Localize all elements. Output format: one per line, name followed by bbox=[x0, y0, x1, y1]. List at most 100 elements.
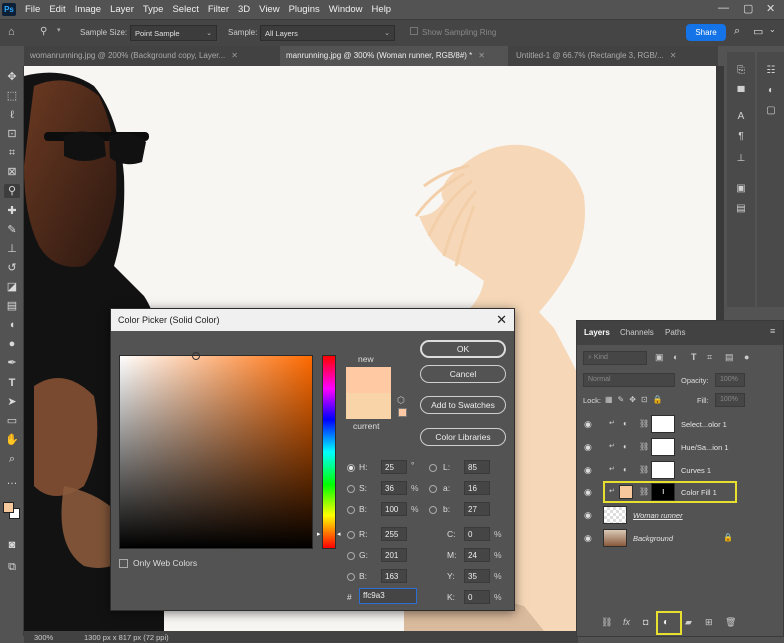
rectangle-tool-icon[interactable]: ▭ bbox=[4, 414, 20, 428]
tab-paths[interactable]: Paths bbox=[665, 328, 685, 337]
lightness-input[interactable]: 85 bbox=[464, 460, 490, 474]
stamp-icon[interactable]: ⊥ bbox=[734, 152, 748, 166]
tab-womanrunning[interactable]: womanrunning.jpg @ 200% (Background copy… bbox=[24, 46, 278, 66]
fill-field[interactable]: 100% bbox=[715, 393, 745, 407]
layer-row[interactable]: ◉ ↵ ◐ ⛓ Hue/Sa...ion 1 bbox=[577, 436, 783, 458]
color-marker[interactable] bbox=[192, 352, 200, 360]
opacity-field[interactable]: 100% bbox=[715, 373, 745, 387]
blend-mode-select[interactable]: Normal bbox=[583, 373, 675, 387]
history-brush-icon[interactable]: ↺ bbox=[4, 261, 20, 275]
sample-select[interactable]: All Layers ⌄ bbox=[260, 25, 395, 41]
cancel-button[interactable]: Cancel bbox=[420, 365, 506, 383]
workspace-icon[interactable]: ▭ bbox=[753, 25, 763, 38]
menu-help[interactable]: Help bbox=[372, 4, 392, 15]
menu-plugins[interactable]: Plugins bbox=[289, 4, 320, 15]
brightness-input[interactable]: 100 bbox=[381, 502, 407, 516]
link-layers-icon[interactable]: ⛓ bbox=[601, 617, 612, 628]
blue-input[interactable]: 163 bbox=[381, 569, 407, 583]
type-tool-icon[interactable]: T bbox=[4, 376, 20, 390]
menu-window[interactable]: Window bbox=[329, 4, 363, 15]
workspace-chevron-icon[interactable]: ⌄ bbox=[769, 25, 776, 34]
fx-icon[interactable]: fx bbox=[623, 617, 630, 627]
close-icon[interactable]: ✕ bbox=[670, 51, 677, 60]
lasso-tool-icon[interactable]: ℓ bbox=[4, 108, 20, 122]
filter-toggle-icon[interactable]: ● bbox=[744, 352, 749, 362]
cyan-input[interactable]: 0 bbox=[464, 527, 490, 541]
hex-input[interactable]: ffc9a3 bbox=[359, 588, 417, 604]
filter-type-icon[interactable]: T bbox=[691, 352, 697, 362]
menu-image[interactable]: Image bbox=[75, 4, 101, 15]
tab-untitled[interactable]: Untitled-1 @ 66.7% (Rectangle 3, RGB/...… bbox=[510, 46, 718, 66]
only-web-colors-checkbox[interactable] bbox=[119, 559, 128, 568]
close-icon[interactable]: ✕ bbox=[478, 51, 485, 60]
hue-slider-left-arrow-icon[interactable]: ▸ bbox=[317, 530, 321, 538]
menu-layer[interactable]: Layer bbox=[110, 4, 134, 15]
filter-adjustment-icon[interactable]: ◐ bbox=[673, 352, 678, 362]
search-icon[interactable]: ⌕ bbox=[734, 25, 740, 38]
show-ring-checkbox[interactable] bbox=[410, 27, 418, 35]
hue-radio[interactable] bbox=[347, 464, 355, 472]
foreground-color-swatch[interactable] bbox=[3, 502, 14, 513]
hand-tool-icon[interactable]: ✋ bbox=[4, 433, 20, 447]
close-window-icon[interactable]: ✕ bbox=[766, 2, 775, 15]
healing-brush-icon[interactable]: ✚ bbox=[4, 204, 20, 218]
layer-mask-thumb[interactable] bbox=[651, 438, 675, 456]
eye-icon[interactable]: ◉ bbox=[584, 442, 592, 453]
maximize-icon[interactable]: ▢ bbox=[743, 2, 753, 15]
magenta-input[interactable]: 24 bbox=[464, 548, 490, 562]
screen-mode-icon[interactable]: ⧉ bbox=[4, 560, 20, 574]
saturation-input[interactable]: 36 bbox=[381, 481, 407, 495]
panel-menu-icon[interactable]: ≡ bbox=[770, 326, 775, 336]
lock-icons[interactable]: ▦✎✥⊡🔒 bbox=[605, 395, 668, 404]
trash-icon[interactable]: 🗑 bbox=[725, 617, 736, 628]
layer-row-color-fill[interactable]: ◉ ↵ ⛓ ı Color Fill 1 bbox=[577, 481, 783, 503]
close-icon[interactable]: ✕ bbox=[231, 51, 238, 60]
menu-edit[interactable]: Edit bbox=[49, 4, 65, 15]
b-lab-radio[interactable] bbox=[429, 506, 437, 514]
libraries-icon[interactable]: ▣ bbox=[734, 182, 748, 196]
blue-radio[interactable] bbox=[347, 573, 355, 581]
move-tool-icon[interactable]: ✥ bbox=[4, 70, 20, 84]
filter-smart-icon[interactable]: ▤ bbox=[725, 352, 734, 363]
a-input[interactable]: 16 bbox=[464, 481, 490, 495]
frame-tool-icon[interactable]: ⊠ bbox=[4, 165, 20, 179]
paragraph-icon[interactable]: ¶ bbox=[734, 130, 748, 144]
character-icon[interactable]: A bbox=[734, 110, 748, 124]
black-input[interactable]: 0 bbox=[464, 590, 490, 604]
minimize-icon[interactable]: — bbox=[718, 2, 729, 14]
eye-icon[interactable]: ◉ bbox=[584, 465, 592, 476]
pen-tool-icon[interactable]: ✒ bbox=[4, 356, 20, 370]
dodge-tool-icon[interactable]: ● bbox=[4, 337, 20, 351]
sample-size-select[interactable]: Point Sample ⌄ bbox=[130, 25, 217, 41]
layer-thumb[interactable] bbox=[603, 529, 627, 547]
notes-icon[interactable]: ▤ bbox=[734, 202, 748, 216]
layer-row[interactable]: ◉ ↵ ◐ ⛓ Curves 1 bbox=[577, 459, 783, 481]
web-safe-swatch[interactable] bbox=[398, 408, 407, 417]
color-icon[interactable]: ◐ bbox=[764, 84, 778, 98]
fill-color-thumb[interactable] bbox=[619, 485, 633, 499]
filter-shape-icon[interactable]: ⌗ bbox=[707, 352, 712, 363]
path-select-icon[interactable]: ➤ bbox=[4, 395, 20, 409]
a-radio[interactable] bbox=[429, 485, 437, 493]
saturation-radio[interactable] bbox=[347, 485, 355, 493]
layer-thumb[interactable] bbox=[603, 506, 627, 524]
menu-view[interactable]: View bbox=[259, 4, 279, 15]
eye-icon[interactable]: ◉ bbox=[584, 419, 592, 430]
brightness-radio[interactable] bbox=[347, 506, 355, 514]
lightness-radio[interactable] bbox=[429, 464, 437, 472]
green-radio[interactable] bbox=[347, 552, 355, 560]
eraser-tool-icon[interactable]: ◪ bbox=[4, 280, 20, 294]
layer-mask-thumb[interactable] bbox=[651, 461, 675, 479]
comments-icon[interactable]: ▀ bbox=[734, 86, 748, 100]
zoom-level[interactable]: 300% bbox=[34, 633, 53, 642]
clone-stamp-icon[interactable]: ⊥ bbox=[4, 242, 20, 256]
home-icon[interactable]: ⌂ bbox=[8, 26, 15, 38]
menu-type[interactable]: Type bbox=[143, 4, 164, 15]
close-icon[interactable]: ✕ bbox=[496, 312, 507, 328]
layer-row[interactable]: ◉ Woman runner bbox=[577, 504, 783, 526]
menu-filter[interactable]: Filter bbox=[208, 4, 229, 15]
add-to-swatches-button[interactable]: Add to Swatches bbox=[420, 396, 506, 414]
red-radio[interactable] bbox=[347, 531, 355, 539]
filter-pixel-icon[interactable]: ▣ bbox=[655, 352, 664, 363]
share-button[interactable]: Share bbox=[686, 24, 726, 41]
